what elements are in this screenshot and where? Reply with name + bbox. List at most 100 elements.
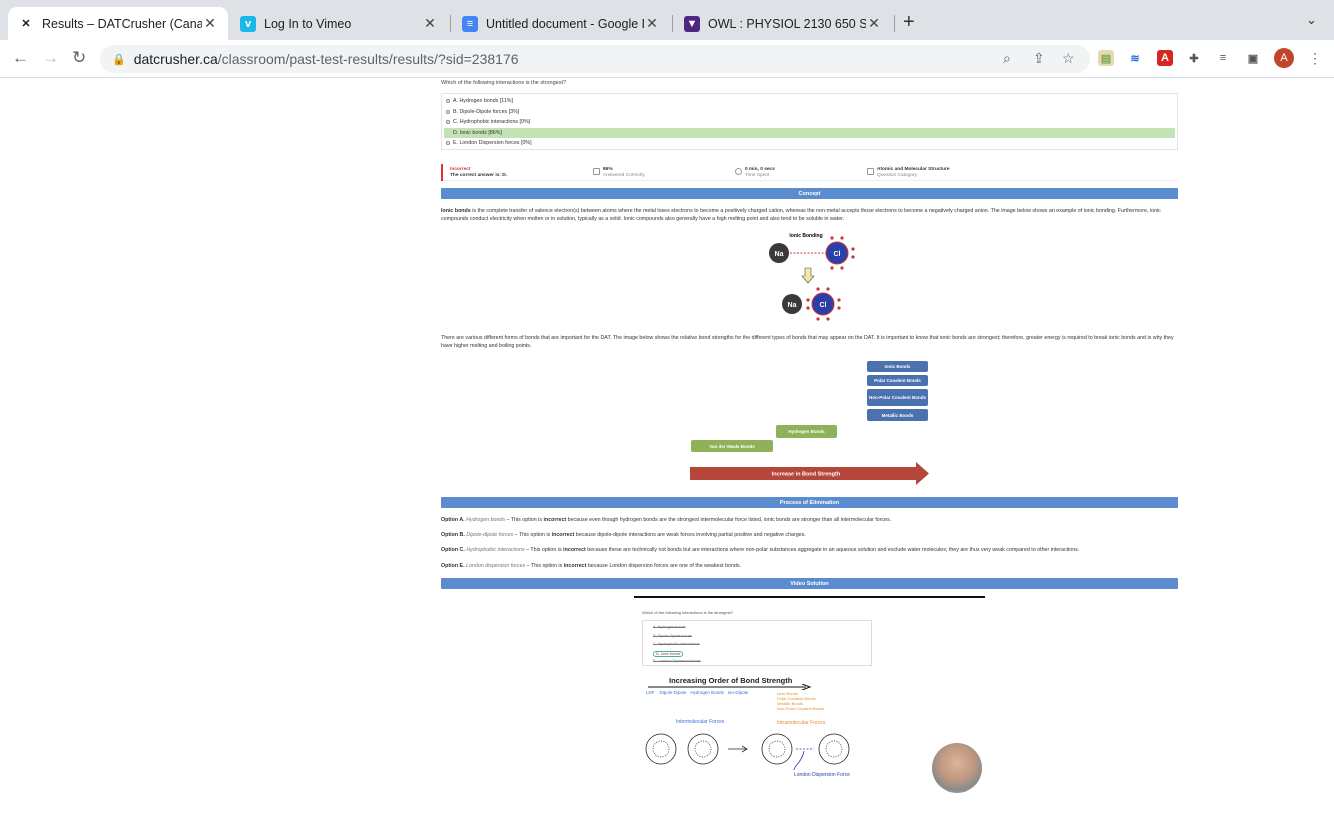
choice-a[interactable]: A. Hydrogen bonds [11%] — [444, 96, 1175, 106]
avatar[interactable]: A — [1274, 48, 1294, 68]
radio-icon — [446, 99, 450, 103]
radio-icon — [446, 130, 450, 135]
status-sub: The correct answer is: D. — [450, 172, 508, 178]
menu-icon[interactable]: ⋮ — [1308, 50, 1322, 67]
close-icon[interactable]: ✕ — [866, 15, 882, 32]
choice-label: B. Dipole-Dipole forces [3%] — [453, 108, 520, 115]
result-summary: Incorrect The correct answer is: D. 86% … — [441, 164, 1178, 181]
na-label: Na — [775, 251, 784, 258]
time-value: 0 min, 0 secs — [745, 167, 775, 172]
question-text: Which of the following interactions is t… — [441, 80, 567, 86]
time-label: Time Spent — [745, 172, 770, 178]
extension-wave-icon[interactable]: ≋ — [1127, 50, 1143, 66]
ionic-bonding-diagram: Ionic Bonding Na Cl Na Cl — [769, 233, 855, 321]
ldf-label: LDF — [646, 690, 655, 695]
url-host: datcrusher.ca — [133, 51, 218, 67]
video-intermolecular-list: LDF Dipole-Dipole Hydrogen Bonds Ion-Dip… — [646, 690, 748, 695]
sidepanel-icon[interactable]: ▣ — [1245, 50, 1261, 66]
hbond-label: Hydrogen Bonds — [690, 690, 724, 695]
choice-e[interactable]: E. London Dispersion forces [0%] — [444, 138, 1175, 148]
forward-icon[interactable]: → — [42, 48, 59, 68]
share-icon[interactable]: ⇪ — [1033, 50, 1045, 67]
tab-separator — [894, 15, 895, 32]
close-icon[interactable]: ✕ — [422, 15, 438, 32]
choice-label: D. Ionic bonds [86%] — [453, 129, 502, 136]
arrow-label: Increase in Bond Strength — [772, 472, 841, 478]
option-post: because dipole-dipole interactions are w… — [574, 532, 806, 538]
choice-b[interactable]: B. Dipole-Dipole forces [3%] — [444, 107, 1175, 117]
option-label: Option A. — [441, 517, 465, 523]
choice-d[interactable]: D. Ionic bonds [86%] — [444, 127, 1175, 138]
option-label: Option B. — [441, 532, 465, 538]
google-docs-icon: ≡ — [462, 15, 478, 32]
concept-lead: Ionic bonds — [441, 208, 471, 214]
new-tab-icon[interactable]: + — [903, 11, 915, 34]
close-icon[interactable]: ✕ — [202, 15, 218, 32]
option-label: Option E. — [441, 563, 465, 569]
elimination-option-c: Option C. Hydrophobic interactions – Thi… — [441, 547, 1178, 553]
concept-text: is the complete transfer of valence elec… — [441, 208, 1161, 222]
tab-vimeo[interactable]: v Log In to Vimeo ✕ — [230, 7, 448, 40]
elimination-header: Process of Elimination — [441, 497, 1178, 508]
lock-icon: 🔒 — [112, 53, 126, 66]
hydrogen-bonds-box: Hydrogen Bonds — [776, 425, 837, 438]
tab-owl[interactable]: ▼ OWL : PHYSIOL 2130 650 SU2 ✕ — [674, 7, 892, 40]
elimination-option-a: Option A. Hydrogen bonds – This option i… — [441, 517, 1178, 523]
van-der-waals-box: Van der Waals Bonds — [691, 440, 773, 452]
intra-item: Non-Polar Covalent Bonds — [777, 706, 825, 711]
tab-google-docs[interactable]: ≡ Untitled document - Google Do ✕ — [452, 7, 670, 40]
video-question: Which of the following interactions is t… — [642, 610, 733, 615]
video-option-correct: D. Ionic bonds — [653, 650, 684, 657]
address-bar[interactable]: 🔒 datcrusher.ca/classroom/past-test-resu… — [100, 45, 1090, 73]
choice-label: C. Hydrophobic interactions [0%] — [453, 119, 531, 125]
result-pct: 86% Answered Correctly — [593, 167, 645, 178]
category-value: Atomic and Molecular Structure — [877, 167, 950, 172]
radio-icon — [446, 109, 450, 114]
back-icon[interactable]: ← — [12, 48, 29, 68]
nonpolar-covalent-box: Non-Polar Covalent Bonds — [867, 389, 928, 406]
option-label: Option C. — [441, 547, 465, 553]
puzzle-icon[interactable]: ✚ — [1186, 50, 1202, 66]
cl-ion-label: Cl — [820, 302, 827, 309]
reload-icon[interactable]: ↻ — [72, 48, 86, 68]
option-verdict: incorrect — [563, 547, 586, 553]
option-name: Hydrogen bonds — [466, 517, 505, 523]
acrobat-icon[interactable]: A — [1157, 50, 1173, 66]
option-verdict: incorrect — [551, 532, 575, 538]
close-icon[interactable]: ✕ — [644, 15, 660, 32]
cl-label: Cl — [834, 251, 841, 258]
iondipole-label: Ion-Dipole — [727, 690, 749, 695]
video-player[interactable]: Which of the following interactions is t… — [634, 596, 985, 794]
extension-notes-icon[interactable]: ▤ — [1098, 50, 1114, 66]
elimination-option-e: Option E. London dispersion forces – Thi… — [441, 563, 1178, 569]
zoom-icon[interactable]: ⌕ — [1003, 50, 1011, 67]
choice-label: E. London Dispersion forces [0%] — [453, 140, 532, 146]
choices-list: A. Hydrogen bonds [11%] B. Dipole-Dipole… — [441, 93, 1178, 150]
metallic-bonds-box: Metallic Bonds — [867, 409, 928, 421]
star-icon[interactable]: ☆ — [1062, 50, 1075, 67]
chevron-down-icon[interactable]: ⌄ — [1306, 12, 1317, 28]
option-post: because even though hydrogen bonds are t… — [566, 517, 892, 523]
tab-separator — [450, 15, 451, 32]
option-name: Hydrophobic interactions — [466, 547, 525, 553]
choice-label: A. Hydrogen bonds [11%] — [453, 98, 513, 104]
concept-paragraph-2: There are various different forms of bon… — [441, 335, 1174, 349]
tab-separator — [672, 15, 673, 32]
calendar-icon — [867, 168, 874, 175]
vimeo-icon: v — [240, 15, 256, 32]
browser-toolbar: ← → ↻ 🔒 datcrusher.ca/classroom/past-tes… — [0, 40, 1334, 78]
tab-title: OWL : PHYSIOL 2130 650 SU2 — [708, 16, 866, 31]
diagram-title: Ionic Bonding — [789, 233, 822, 239]
option-name: Dipole-dipole forces — [466, 532, 514, 538]
tab-title: Log In to Vimeo — [264, 16, 352, 31]
polar-covalent-box: Polar Covalent Bonds — [867, 375, 928, 386]
video-option: B. Dipole-Dipole forces — [653, 633, 692, 638]
option-post: because London dispersion forces are one… — [586, 563, 741, 569]
bond-strength-arrow: Increase in Bond Strength — [690, 462, 929, 485]
video-intramolecular-list: Ionic Bonds Polar Covalent Bonds Metalli… — [777, 691, 824, 711]
media-icon[interactable]: ≡ — [1215, 50, 1231, 66]
choice-c[interactable]: C. Hydrophobic interactions [0%] — [444, 117, 1175, 127]
tab-datcrusher[interactable]: ✕ Results – DATCrusher (Canadia ✕ — [8, 7, 228, 40]
video-option: E. London Dispersion forces — [653, 659, 701, 663]
na-ion-label: Na — [788, 302, 797, 309]
